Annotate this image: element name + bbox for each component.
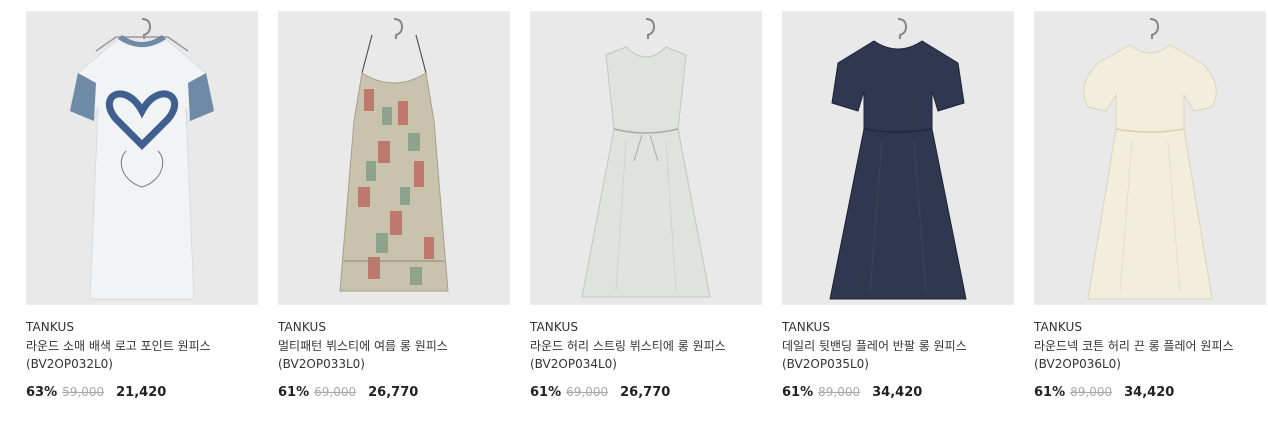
discount-rate: 61% bbox=[782, 385, 814, 400]
product-brand: TANKUS bbox=[26, 320, 75, 334]
sale-price: 34,420 bbox=[1124, 385, 1175, 400]
price-row: 61% 69,000 26,770 bbox=[530, 384, 762, 401]
original-price: 59,000 bbox=[62, 385, 105, 399]
product-title[interactable]: 라운드 소매 배색 로고 포인트 원피스 (BV2OP032L0) bbox=[26, 337, 258, 373]
sale-price: 26,770 bbox=[620, 385, 671, 400]
sale-price: 26,770 bbox=[368, 385, 419, 400]
discount-rate: 61% bbox=[530, 385, 562, 400]
original-price: 89,000 bbox=[818, 385, 861, 399]
price-row: 61% 69,000 26,770 bbox=[278, 384, 510, 401]
product-card[interactable]: TANKUS 데일리 뒷밴딩 플레어 반팔 롱 원피스 (BV2OP035L0)… bbox=[782, 11, 1014, 401]
product-title[interactable]: 멀티패턴 뷔스티에 여름 롱 원피스 (BV2OP033L0) bbox=[278, 337, 510, 373]
original-price: 69,000 bbox=[566, 385, 609, 399]
product-grid: TANKUS 라운드 소매 배색 로고 포인트 원피스 (BV2OP032L0)… bbox=[26, 11, 1266, 401]
sale-price: 34,420 bbox=[872, 385, 923, 400]
product-image[interactable] bbox=[530, 11, 762, 305]
product-brand: TANKUS bbox=[530, 320, 579, 334]
product-image[interactable] bbox=[26, 11, 258, 305]
slip-dress-icon bbox=[339, 18, 449, 292]
discount-rate: 61% bbox=[1034, 385, 1066, 400]
product-image[interactable] bbox=[782, 11, 1014, 305]
original-price: 89,000 bbox=[1070, 385, 1113, 399]
price-row: 61% 89,000 34,420 bbox=[782, 384, 1014, 401]
sale-price: 21,420 bbox=[116, 385, 167, 400]
tshirt-dress-icon bbox=[69, 18, 215, 300]
discount-rate: 61% bbox=[278, 385, 310, 400]
product-card[interactable]: TANKUS 라운드넥 코튼 허리 끈 롱 플레어 원피스 (BV2OP036L… bbox=[1034, 11, 1266, 401]
puff-sleeve-dress-icon bbox=[1083, 18, 1217, 300]
discount-rate: 63% bbox=[26, 385, 58, 400]
product-brand: TANKUS bbox=[1034, 320, 1083, 334]
product-image[interactable] bbox=[1034, 11, 1266, 305]
short-sleeve-dress-icon bbox=[829, 18, 967, 300]
product-title[interactable]: 라운드 허리 스트링 뷔스티에 롱 원피스 (BV2OP034L0) bbox=[530, 337, 762, 373]
price-row: 63% 59,000 21,420 bbox=[26, 384, 258, 401]
product-brand: TANKUS bbox=[782, 320, 831, 334]
product-card[interactable]: TANKUS 멀티패턴 뷔스티에 여름 롱 원피스 (BV2OP033L0) 6… bbox=[278, 11, 510, 401]
original-price: 69,000 bbox=[314, 385, 357, 399]
product-card[interactable]: TANKUS 라운드 허리 스트링 뷔스티에 롱 원피스 (BV2OP034L0… bbox=[530, 11, 762, 401]
product-title[interactable]: 라운드넥 코튼 허리 끈 롱 플레어 원피스 (BV2OP036L0) bbox=[1034, 337, 1266, 373]
product-card[interactable]: TANKUS 라운드 소매 배색 로고 포인트 원피스 (BV2OP032L0)… bbox=[26, 11, 258, 401]
price-row: 61% 89,000 34,420 bbox=[1034, 384, 1266, 401]
sleeveless-dress-icon bbox=[581, 18, 711, 298]
product-brand: TANKUS bbox=[278, 320, 327, 334]
product-title[interactable]: 데일리 뒷밴딩 플레어 반팔 롱 원피스 (BV2OP035L0) bbox=[782, 337, 1014, 373]
product-image[interactable] bbox=[278, 11, 510, 305]
